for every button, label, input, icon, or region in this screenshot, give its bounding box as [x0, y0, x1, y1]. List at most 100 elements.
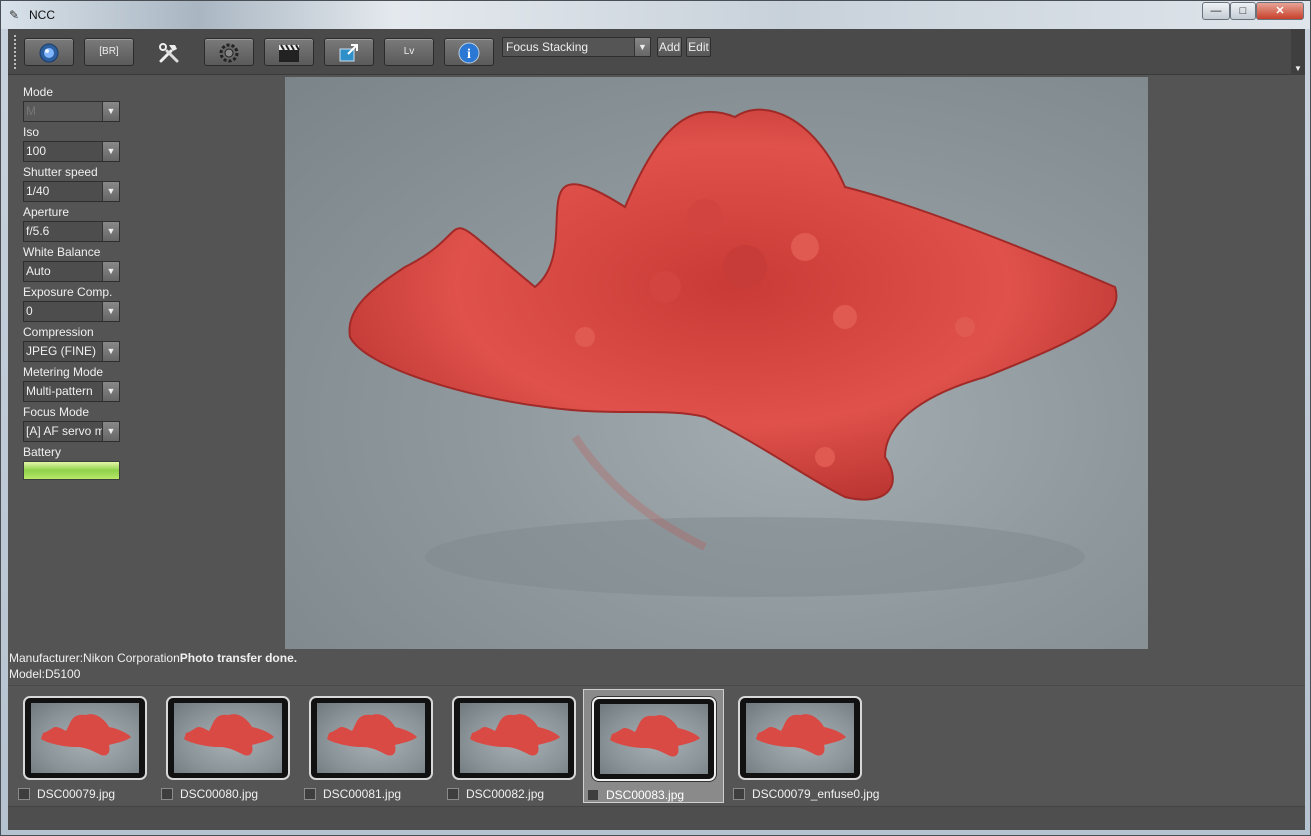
thumbnail-item[interactable]: DSC00081.jpg: [301, 689, 442, 803]
title-bar[interactable]: ✎ NCC — □ ✕: [1, 1, 1310, 29]
setting-value: 1/40: [26, 184, 50, 198]
setting-label: Aperture: [23, 205, 70, 219]
info-button[interactable]: i: [444, 38, 494, 66]
mode-select: M ▼: [23, 101, 120, 122]
thumbnail-strip: DSC00079.jpg DSC00080.jpg DSC00081.jpg D…: [8, 685, 1305, 805]
thumbnail-checkbox[interactable]: [304, 788, 316, 800]
thumbnail-checkbox[interactable]: [587, 789, 599, 801]
toolbar: [BR] Lv i Focus Stacking ▼ Add Edit ▼: [8, 29, 1305, 75]
setting-label: White Balance: [23, 245, 101, 259]
thumbnail-filename: DSC00080.jpg: [180, 787, 259, 801]
status-manufacturer: Manufacturer:Nikon CorporationPhoto tran…: [9, 651, 297, 665]
thumbnail-filename: DSC00079.jpg: [37, 787, 116, 801]
tools-button[interactable]: [144, 38, 194, 66]
movie-button[interactable]: [264, 38, 314, 66]
close-button[interactable]: ✕: [1256, 2, 1304, 20]
exposure-comp-select[interactable]: 0 ▼: [23, 301, 120, 322]
setting-value: M: [26, 104, 36, 118]
metering-mode-select[interactable]: Multi-pattern ▼: [23, 381, 120, 402]
external-window-icon: [339, 44, 358, 62]
bracketing-button[interactable]: [BR]: [84, 38, 134, 66]
thumbnail-image: [600, 704, 708, 774]
setting-value: [A] AF servo m: [26, 424, 105, 438]
maximize-button[interactable]: □: [1230, 2, 1256, 20]
setting-battery: Battery: [23, 444, 123, 484]
preset-value: Focus Stacking: [506, 40, 589, 54]
compression-select[interactable]: JPEG (FINE) ▼: [23, 341, 120, 362]
window-title: NCC: [29, 8, 55, 22]
thumbnail-frame: [592, 697, 716, 781]
chevron-down-icon: ▼: [102, 382, 119, 401]
svg-text:i: i: [467, 47, 471, 62]
chevron-down-icon: ▼: [634, 38, 650, 56]
setting-label: Iso: [23, 125, 40, 139]
app-icon: ✎: [9, 8, 20, 22]
status-model: Model:D5100: [9, 667, 81, 681]
chevron-down-icon: ▼: [102, 142, 119, 161]
capture-icon: [39, 43, 59, 63]
shutter-speed-select[interactable]: 1/40 ▼: [23, 181, 120, 202]
battery-level-bar: [23, 461, 120, 480]
thumbnail-item[interactable]: DSC00080.jpg: [158, 689, 299, 803]
chevron-down-icon: ▼: [102, 422, 119, 441]
capture-button[interactable]: [24, 38, 74, 66]
bottom-bar: [8, 806, 1305, 830]
setting-value: Auto: [26, 264, 51, 278]
thumbnail-image: [174, 703, 282, 773]
chevron-down-icon: ▼: [102, 222, 119, 241]
setting-iso: Iso 100 ▼: [23, 124, 123, 164]
chevron-down-icon: ▼: [102, 262, 119, 281]
thumbnail-checkbox[interactable]: [161, 788, 173, 800]
setting-mode: Mode M ▼: [23, 84, 123, 124]
camera-settings-panel: Mode M ▼ Iso 100 ▼ Shutter speed 1/40 ▼: [23, 84, 123, 484]
iso-select[interactable]: 100 ▼: [23, 141, 120, 162]
overflow-chevron-icon: ▼: [1294, 64, 1302, 73]
external-window-button[interactable]: [324, 38, 374, 66]
setting-white-balance: White Balance Auto ▼: [23, 244, 123, 284]
chevron-down-icon: ▼: [102, 302, 119, 321]
setting-exposure-comp: Exposure Comp. 0 ▼: [23, 284, 123, 324]
setting-shutter-speed: Shutter speed 1/40 ▼: [23, 164, 123, 204]
settings-button[interactable]: [204, 38, 254, 66]
toolbar-overflow-button[interactable]: ▼: [1291, 29, 1305, 75]
thumbnail-frame: [23, 696, 147, 780]
aperture-select[interactable]: f/5.6 ▼: [23, 221, 120, 242]
setting-value: f/5.6: [26, 224, 50, 238]
thumbnail-checkbox[interactable]: [733, 788, 745, 800]
thumbnail-checkbox[interactable]: [18, 788, 30, 800]
live-view-button[interactable]: Lv: [384, 38, 434, 66]
setting-value: Multi-pattern: [26, 384, 93, 398]
chevron-down-icon: ▼: [102, 102, 119, 121]
thumbnail-item[interactable]: DSC00079_enfuse0.jpg: [730, 689, 879, 803]
add-preset-button[interactable]: Add: [657, 37, 682, 57]
setting-aperture: Aperture f/5.6 ▼: [23, 204, 123, 244]
setting-focus-mode: Focus Mode [A] AF servo m ▼: [23, 404, 123, 444]
thumbnail-image: [31, 703, 139, 773]
tools-icon: [159, 43, 179, 63]
thumbnail-image: [317, 703, 425, 773]
white-balance-select[interactable]: Auto ▼: [23, 261, 120, 282]
thumbnail-frame: [166, 696, 290, 780]
focus-mode-select[interactable]: [A] AF servo m ▼: [23, 421, 120, 442]
chevron-down-icon: ▼: [102, 182, 119, 201]
thumbnail-filename: DSC00079_enfuse0.jpg: [752, 787, 880, 801]
thumbnail-item[interactable]: DSC00082.jpg: [444, 689, 585, 803]
thumbnail-filename: DSC00081.jpg: [323, 787, 402, 801]
toolbar-grip[interactable]: [14, 35, 17, 69]
battery-label: Battery: [23, 445, 62, 459]
live-preview-image[interactable]: [285, 77, 1148, 649]
preset-select[interactable]: Focus Stacking ▼: [502, 37, 651, 57]
settings-gear-icon: [219, 43, 239, 63]
thumbnail-checkbox[interactable]: [447, 788, 459, 800]
setting-label: Exposure Comp.: [23, 285, 113, 299]
setting-label: Mode: [23, 85, 54, 99]
thumbnail-item-selected[interactable]: DSC00083.jpg: [583, 689, 724, 803]
setting-label: Compression: [23, 325, 94, 339]
thumbnail-item[interactable]: DSC00079.jpg: [15, 689, 156, 803]
minimize-button[interactable]: —: [1202, 2, 1230, 20]
edit-preset-button[interactable]: Edit: [686, 37, 711, 57]
setting-value: 0: [26, 304, 33, 318]
thumbnail-frame: [452, 696, 576, 780]
setting-label: Shutter speed: [23, 165, 98, 179]
status-message: Photo transfer done.: [179, 651, 298, 665]
